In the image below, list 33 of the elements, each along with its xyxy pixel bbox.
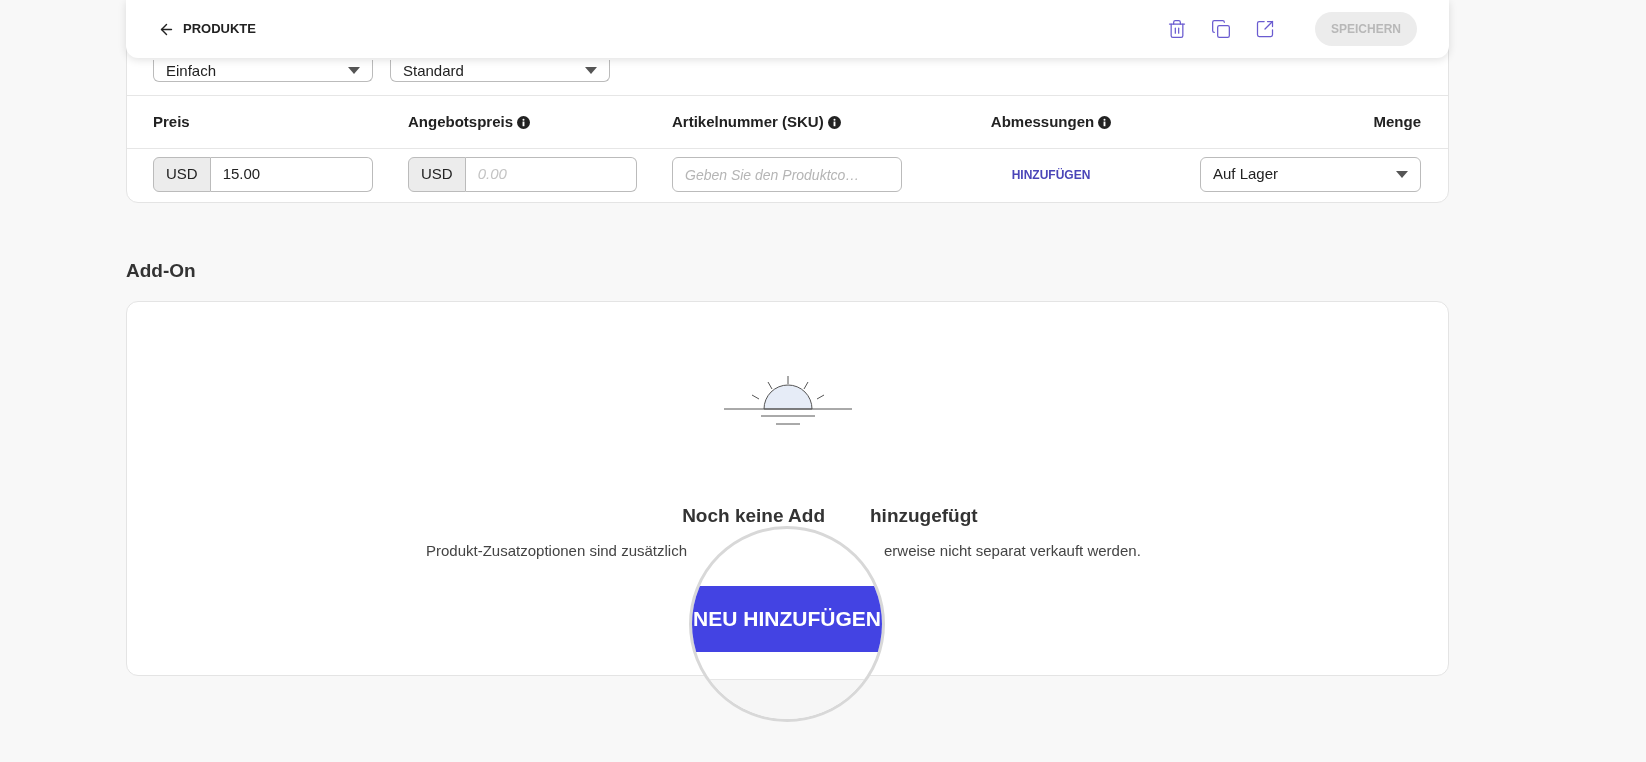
back-link[interactable]: PRODUKTE: [158, 19, 256, 39]
external-link-icon[interactable]: [1255, 19, 1275, 39]
info-icon[interactable]: [517, 115, 530, 129]
column-header: Angebotspreis: [408, 111, 513, 132]
column-header: Menge: [1373, 111, 1421, 132]
column-header: Preis: [153, 111, 190, 132]
column-header: Abmessungen: [990, 111, 1095, 132]
select-value: Standard: [403, 63, 464, 78]
info-icon[interactable]: [827, 115, 841, 129]
info-icon[interactable]: [1098, 115, 1112, 129]
currency-label: USD: [153, 157, 211, 192]
select-field[interactable]: Einfach: [153, 60, 373, 82]
price-field[interactable]: 15.00: [210, 157, 373, 192]
add-dimensions-link[interactable]: HINZUFÜGEN: [1011, 165, 1091, 184]
currency-label: USD: [408, 157, 466, 192]
empty-description: Produkt-Zusatzoptionen sind zusätzlich: [426, 540, 687, 561]
copy-icon[interactable]: [1211, 19, 1231, 39]
delete-icon[interactable]: [1167, 19, 1187, 39]
empty-title: hinzugefügt: [870, 504, 978, 528]
select-value: Einfach: [166, 63, 217, 78]
add-new-button[interactable]: NEU HINZUFÜGEN: [692, 586, 882, 652]
section-title: Add-On: [126, 259, 196, 283]
column-header: Artikelnummer (SKU): [672, 111, 824, 132]
stock-select[interactable]: Auf Lager: [1200, 157, 1421, 192]
empty-title: Noch keine Add: [682, 504, 825, 528]
empty-description: erweise nicht separat verkauft werden.: [884, 540, 1141, 561]
caret-icon: [1396, 171, 1408, 178]
caret-icon: [585, 67, 597, 74]
select-value: Auf Lager: [1213, 164, 1279, 185]
offer-price-field[interactable]: 0.00: [465, 157, 637, 192]
select-field[interactable]: Standard: [390, 60, 610, 82]
caret-icon: [348, 67, 360, 74]
sku-field[interactable]: Geben Sie den Produktco…: [672, 157, 902, 192]
